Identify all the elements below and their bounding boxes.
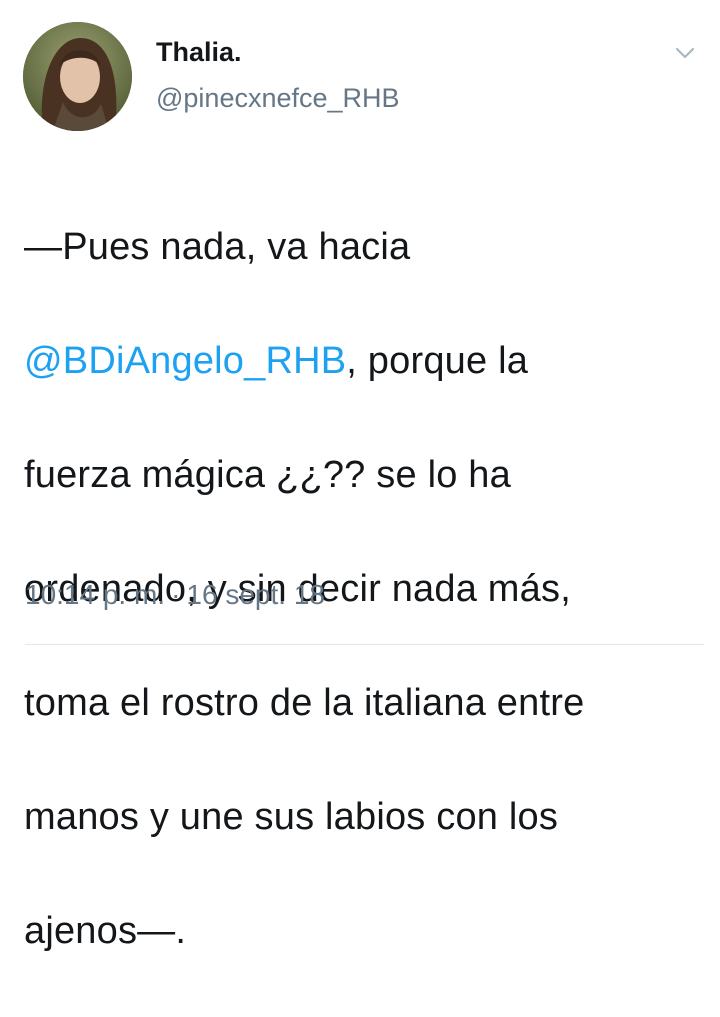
avatar-photo (23, 22, 132, 131)
tweet-text-line: toma el rostro de la italiana entre (24, 682, 585, 724)
tweet-text-line: @BDiAngelo_RHB, porque la (24, 340, 529, 382)
author-handle[interactable]: @pinecxnefce_RHB (156, 82, 400, 114)
avatar[interactable] (23, 22, 132, 131)
meta-separator: · (171, 579, 181, 610)
chevron-down-icon (675, 47, 695, 59)
tweet-menu-button[interactable] (670, 38, 700, 68)
tweet-card: Thalia. @pinecxnefce_RHB —Pues nada, va … (0, 0, 720, 952)
divider (25, 644, 704, 645)
tweet-text-line: ajenos—. (24, 910, 187, 952)
tweet-text-line: manos y une sus labios con los (24, 796, 559, 838)
tweet-text-line: fuerza mágica ¿¿?? se lo ha (24, 454, 511, 496)
author-display-name[interactable]: Thalia. (156, 36, 242, 68)
tweet-time: 10:14 p. m. (25, 579, 166, 610)
tweet-date: 16 sept. 18 (186, 579, 325, 610)
mention-link[interactable]: @BDiAngelo_RHB (24, 340, 346, 382)
tweet-timestamp[interactable]: 10:14 p. m. · 16 sept. 18 (25, 578, 325, 612)
tweet-text-line: —Pues nada, va hacia (24, 226, 411, 268)
